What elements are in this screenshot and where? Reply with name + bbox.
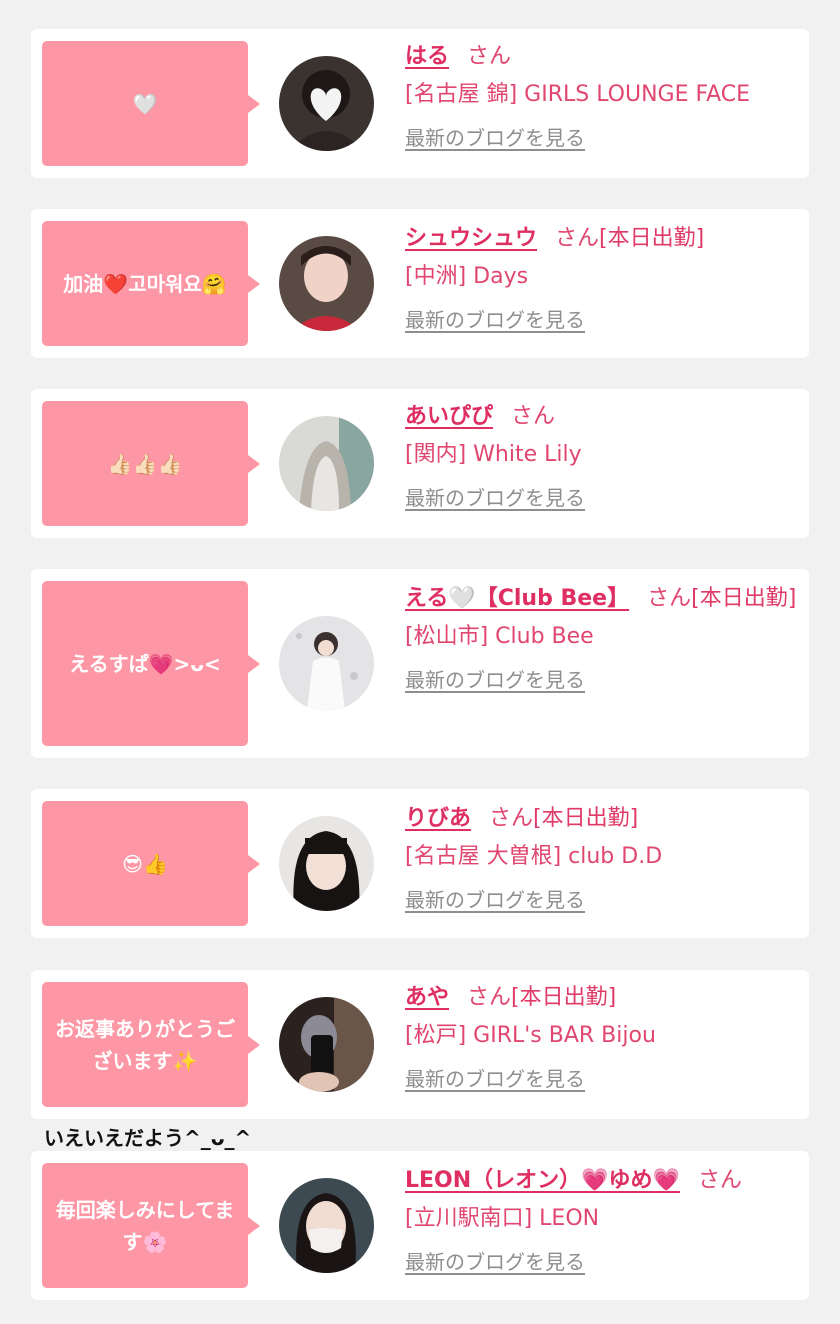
- blog-link[interactable]: 最新のブログを見る: [405, 305, 585, 335]
- status-badge: [本日出勤]: [533, 806, 639, 831]
- avatar[interactable]: [279, 616, 374, 711]
- shop-info: [関内] White Lily: [405, 442, 582, 467]
- shop-info: [中洲] Days: [405, 264, 529, 289]
- blog-link[interactable]: 最新のブログを見る: [405, 665, 585, 695]
- shop-info: [名古屋 錦] GIRLS LOUNGE FACE: [405, 82, 751, 107]
- message-card: 👍🏻👍🏻👍🏻 あいぴぴ さん [関内] White Lily 最新のブログを見る: [31, 389, 809, 538]
- girl-name-link[interactable]: りびあ: [405, 806, 471, 831]
- blog-link[interactable]: 最新のブログを見る: [405, 885, 585, 915]
- honorific: さん: [467, 985, 512, 1010]
- message-card: 加油❤️고마워요🤗 シュウシュウ さん[本日出勤] [中洲] Days 最新のブロ…: [31, 209, 809, 358]
- message-card: 毎回楽しみにしてます🌸 LEON（レオン）💗ゆめ💗 さん [立川駅南口] LEON…: [31, 1151, 809, 1300]
- message-bubble: お返事ありがとうございます✨: [42, 982, 260, 1107]
- message-bubble: 加油❤️고마워요🤗: [42, 221, 260, 346]
- message-card: えるすぱ💗>ᴗ< える🤍【Club Bee】 さん[本日出勤] [松山市] Clu…: [31, 569, 809, 758]
- avatar[interactable]: [279, 416, 374, 511]
- honorific: さん: [489, 806, 534, 831]
- avatar[interactable]: [279, 816, 374, 911]
- girl-name-link[interactable]: あいぴぴ: [405, 404, 493, 429]
- shop-info: [名古屋 大曽根] club D.D: [405, 844, 663, 869]
- status-badge: [本日出勤]: [511, 985, 617, 1010]
- status-badge: [本日出勤]: [599, 226, 705, 251]
- status-badge: [本日出勤]: [691, 586, 797, 611]
- girl-name-link[interactable]: える🤍【Club Bee】: [405, 586, 629, 611]
- girl-name-link[interactable]: シュウシュウ: [405, 226, 537, 251]
- girl-name-link[interactable]: あや: [405, 985, 449, 1010]
- avatar[interactable]: [279, 997, 374, 1092]
- message-bubble: 🤍: [42, 41, 260, 166]
- message-card: 🤍 はる さん [名古屋 錦] GIRLS LOUNGE FACE 最新のブログを…: [31, 29, 809, 178]
- message-bubble: 👍🏻👍🏻👍🏻: [42, 401, 260, 526]
- message-bubble: 😎👍: [42, 801, 260, 926]
- avatar[interactable]: [279, 1178, 374, 1273]
- blog-link[interactable]: 最新のブログを見る: [405, 1247, 585, 1277]
- honorific: さん: [647, 586, 692, 611]
- message-bubble: えるすぱ💗>ᴗ<: [42, 581, 260, 746]
- girl-name-link[interactable]: はる: [405, 44, 449, 69]
- blog-link[interactable]: 最新のブログを見る: [405, 123, 585, 153]
- shop-info: [松戸] GIRL's BAR Bijou: [405, 1023, 656, 1048]
- honorific: さん: [555, 226, 600, 251]
- shop-info: [立川駅南口] LEON: [405, 1206, 600, 1231]
- message-card: 😎👍 りびあ さん[本日出勤] [名古屋 大曽根] club D.D 最新のブログ…: [31, 789, 809, 938]
- avatar[interactable]: [279, 236, 374, 331]
- message-card: お返事ありがとうございます✨ あや さん[本日出勤] [松戸] GIRL's BA…: [31, 970, 809, 1119]
- shop-info: [松山市] Club Bee: [405, 624, 594, 649]
- blog-link[interactable]: 最新のブログを見る: [405, 483, 585, 513]
- honorific: さん: [511, 404, 556, 429]
- message-bubble: 毎回楽しみにしてます🌸: [42, 1163, 260, 1288]
- girl-name-link[interactable]: LEON（レオン）💗ゆめ💗: [405, 1168, 680, 1193]
- avatar[interactable]: [279, 56, 374, 151]
- reply-caption: いえいえだよう^_ᴗ_^: [44, 1126, 252, 1150]
- honorific: さん: [467, 44, 512, 69]
- blog-link[interactable]: 最新のブログを見る: [405, 1064, 585, 1094]
- honorific: さん: [697, 1168, 742, 1193]
